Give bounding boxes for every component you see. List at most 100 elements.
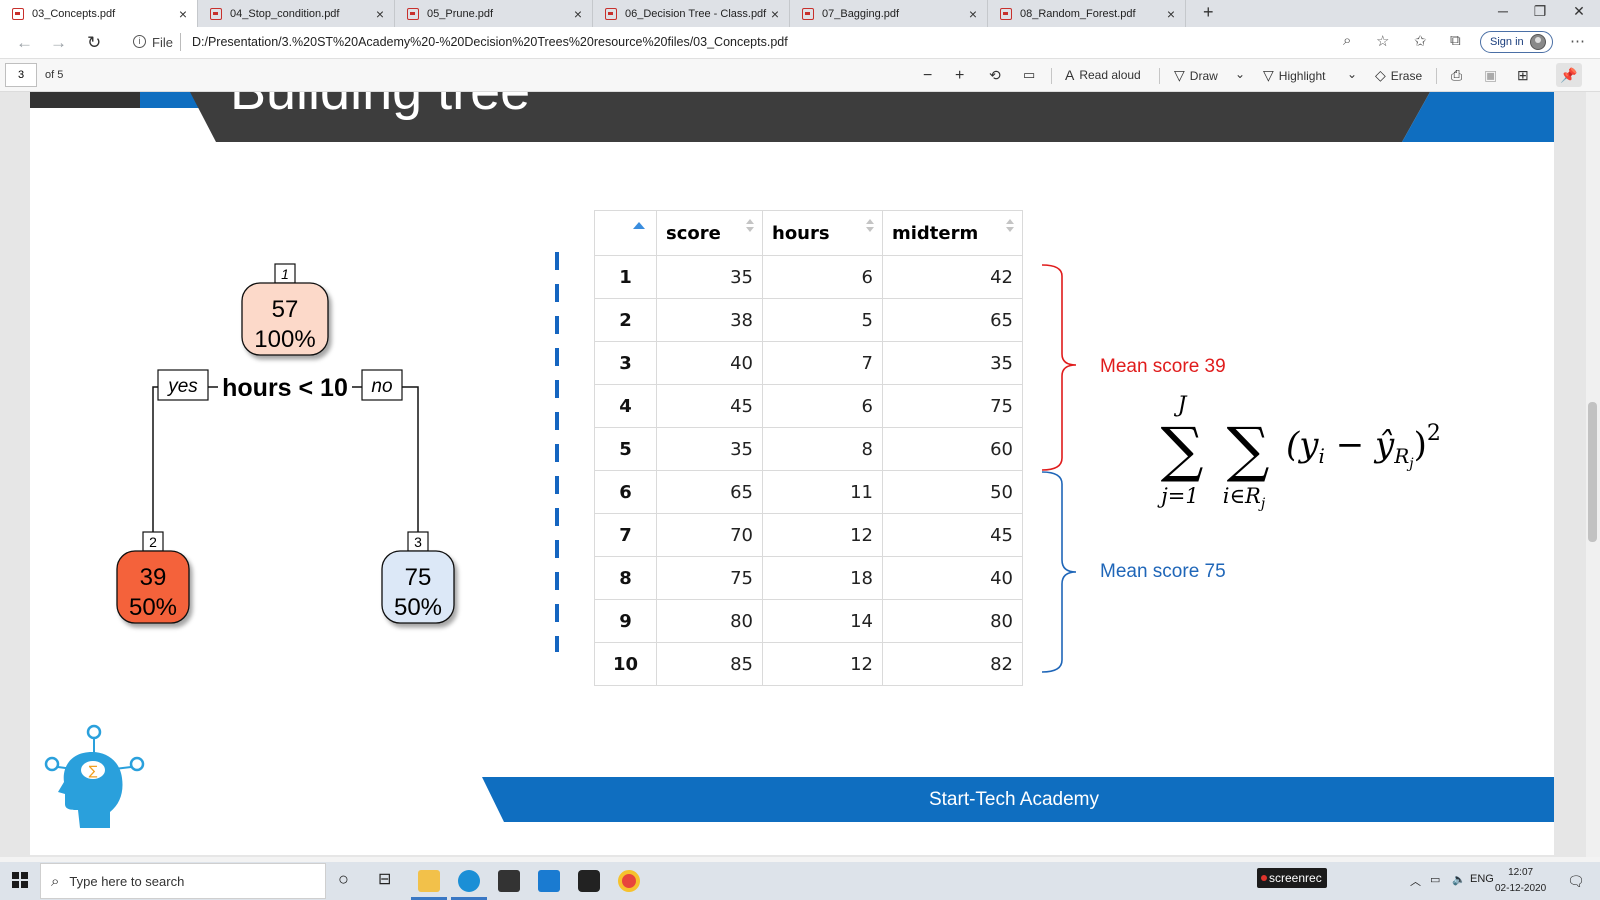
mail-icon[interactable]: [538, 870, 560, 892]
pdf-viewer: Building tree 1 57 100% yes hours < 10: [0, 92, 1600, 857]
formula-lower-set: i∈Rj: [1223, 484, 1266, 512]
tab-03-concepts[interactable]: 03_Concepts.pdf ×: [0, 0, 198, 27]
collections-icon[interactable]: ⧉: [1450, 32, 1461, 49]
notifications-icon[interactable]: 🗨: [1567, 873, 1585, 890]
brain-head-logo: ∑: [44, 724, 145, 828]
tab-title: 08_Random_Forest.pdf: [1020, 7, 1136, 20]
info-icon[interactable]: i: [133, 35, 146, 48]
favorites-list-icon[interactable]: ✩: [1414, 32, 1427, 50]
tree-node-right-id: 3: [414, 534, 422, 550]
pdf-icon: [210, 7, 222, 20]
eraser-icon: ◇: [1375, 67, 1386, 83]
new-tab-button[interactable]: +: [1203, 2, 1214, 23]
brackets: [1041, 264, 1077, 673]
tree-node-left-percent: 50%: [129, 594, 177, 621]
highlight-options-chevron-down-icon[interactable]: ⌄: [1347, 67, 1357, 81]
more-icon[interactable]: ⋯: [1570, 32, 1585, 50]
restore-icon[interactable]: ❐: [1525, 3, 1555, 20]
minimize-icon[interactable]: ─: [1488, 3, 1518, 19]
highlight-icon: ▽: [1263, 67, 1274, 83]
taskbar-search-box[interactable]: ⌕ Type here to search: [40, 863, 326, 899]
rotate-icon[interactable]: ⟲: [989, 67, 1001, 84]
forward-icon[interactable]: →: [50, 33, 67, 53]
pin-toolbar-icon[interactable]: 📌: [1556, 63, 1582, 87]
chrome-icon[interactable]: [618, 870, 640, 892]
store-icon[interactable]: [498, 870, 520, 892]
tab-08-random-forest[interactable]: 08_Random_Forest.pdf ×: [988, 0, 1186, 27]
pdf-icon: [407, 7, 419, 20]
tab-05-prune[interactable]: 05_Prune.pdf ×: [395, 0, 593, 27]
tab-04-stop-condition[interactable]: 04_Stop_condition.pdf ×: [198, 0, 395, 27]
zoom-out-icon[interactable]: −: [923, 67, 932, 85]
page-number-input[interactable]: 3: [5, 63, 37, 87]
battery-icon[interactable]: ▭: [1430, 873, 1440, 886]
tab-06-decision-tree-class[interactable]: 06_Decision Tree - Class.pdf ×: [593, 0, 790, 27]
pdf-icon: [605, 7, 617, 20]
header-accent: [30, 92, 140, 108]
windows-start-icon[interactable]: [12, 872, 28, 888]
bracket-red: [1041, 264, 1077, 471]
taskbar: ⌕ Type here to search ○ ⊟ screenrec ︿ ▭ …: [0, 862, 1600, 900]
tab-07-bagging[interactable]: 07_Bagging.pdf ×: [790, 0, 988, 27]
print-icon[interactable]: ⎙: [1451, 67, 1462, 84]
close-icon[interactable]: ×: [965, 6, 981, 22]
column-header-index[interactable]: [594, 210, 657, 256]
fit-page-icon[interactable]: ▭: [1023, 67, 1035, 83]
close-icon[interactable]: ×: [767, 6, 783, 22]
sign-in-button[interactable]: Sign in: [1480, 31, 1553, 53]
table-row: 6 65 11 50: [594, 470, 1023, 514]
column-header-hours[interactable]: hours: [762, 210, 883, 256]
table-row: 9 80 14 80: [594, 599, 1023, 643]
save-icon[interactable]: ▣: [1484, 67, 1497, 84]
zoom-icon[interactable]: ⌕: [1343, 32, 1351, 49]
pdf-icon: [12, 7, 24, 20]
tree-node-right-value: 75: [405, 564, 432, 591]
highlight-button[interactable]: ▽ Highlight: [1263, 67, 1325, 84]
address-bar: ← → ↻ i File D:/Presentation/3.%20ST%20A…: [0, 27, 1600, 59]
column-header-score[interactable]: score: [656, 210, 763, 256]
divider: [1051, 68, 1052, 84]
draw-options-chevron-down-icon[interactable]: ⌄: [1235, 67, 1245, 81]
mean-score-red-label: Mean score 39: [1100, 356, 1226, 377]
draw-button[interactable]: ▽ Draw: [1174, 67, 1218, 84]
sort-icon: [746, 219, 754, 235]
bulb-icon: [86, 724, 102, 740]
read-aloud-label: Read aloud: [1079, 68, 1141, 82]
slide-title: Building tree: [230, 92, 530, 122]
refresh-icon[interactable]: ↻: [87, 33, 101, 53]
task-view-icon[interactable]: ⊟: [378, 869, 391, 889]
tree-branch-right: [402, 386, 419, 548]
cortana-icon[interactable]: ○: [338, 869, 349, 890]
close-icon[interactable]: ×: [372, 6, 388, 22]
file-explorer-icon[interactable]: [418, 870, 440, 892]
volume-icon[interactable]: 🔈: [1452, 873, 1466, 886]
tray-chevron-up-icon[interactable]: ︿: [1410, 873, 1421, 889]
close-icon[interactable]: ×: [1163, 6, 1179, 22]
save-as-icon[interactable]: ⊞: [1517, 67, 1529, 84]
close-icon[interactable]: ×: [175, 6, 191, 22]
zoom-in-icon[interactable]: +: [955, 67, 964, 85]
url-field[interactable]: D:/Presentation/3.%20ST%20Academy%20-%20…: [192, 35, 788, 49]
tree-node-root-value: 57: [272, 296, 299, 323]
decision-tree: 1 57 100% yes hours < 10 no 2 39 50% 3 7…: [116, 263, 455, 624]
formula-sum-sign: ∑: [1227, 415, 1270, 485]
scrollbar-thumb[interactable]: [1588, 402, 1597, 542]
table-row: 10 85 12 82: [594, 642, 1023, 686]
edge-browser-icon[interactable]: [458, 870, 480, 892]
clock[interactable]: 12:07 02-12-2020: [1495, 865, 1546, 897]
language-indicator[interactable]: ENG: [1470, 873, 1494, 885]
dashed-divider: [555, 252, 559, 652]
footer-text: Start-Tech Academy: [928, 789, 1100, 810]
read-aloud-button[interactable]: A Read aloud: [1065, 67, 1141, 83]
close-icon[interactable]: ×: [570, 6, 586, 22]
close-window-icon[interactable]: ✕: [1564, 3, 1594, 20]
back-icon[interactable]: ←: [16, 33, 33, 53]
mean-score-blue-label: Mean score 75: [1100, 561, 1226, 582]
sigma-icon: ∑: [89, 764, 98, 779]
whatsapp-icon[interactable]: [578, 870, 600, 892]
tab-title: 05_Prune.pdf: [427, 7, 494, 20]
table-row: 3 40 7 35: [594, 341, 1023, 385]
erase-button[interactable]: ◇ Erase: [1375, 67, 1422, 84]
column-header-midterm[interactable]: midterm: [882, 210, 1023, 256]
favorite-star-icon[interactable]: ☆: [1376, 32, 1389, 50]
